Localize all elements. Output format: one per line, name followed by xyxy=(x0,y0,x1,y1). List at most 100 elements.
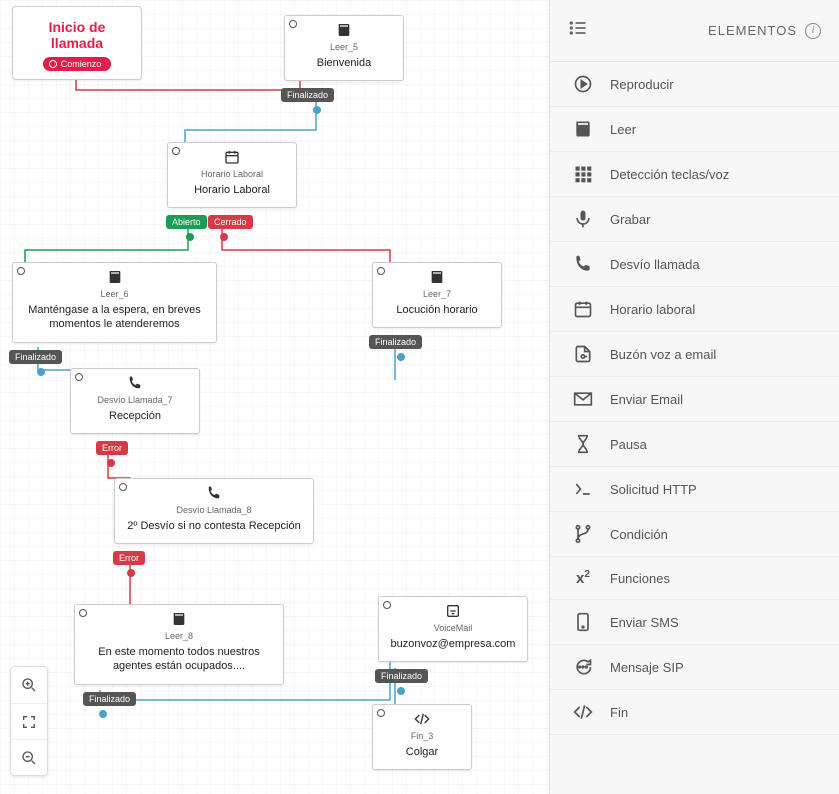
out-finalizado[interactable]: Finalizado xyxy=(375,669,428,683)
message-icon xyxy=(572,657,594,677)
microphone-icon xyxy=(572,209,594,229)
out-port[interactable] xyxy=(313,106,321,114)
out-error[interactable]: Error xyxy=(96,441,128,455)
out-abierto[interactable]: Abierto xyxy=(166,215,207,229)
sidebar-item-label: Condición xyxy=(610,527,668,542)
sidebar-item-fin[interactable]: Fin xyxy=(550,690,839,735)
function-icon: x2 xyxy=(572,569,594,587)
node-desv7[interactable]: Desvío Llamada_7 Recepción Error xyxy=(70,368,200,434)
sidebar-item-label: Horario laboral xyxy=(610,302,695,317)
node-horario[interactable]: Horario Laboral Horario Laboral Abierto … xyxy=(167,142,297,208)
out-port[interactable] xyxy=(37,368,45,376)
start-pill: Comienzo xyxy=(43,57,112,71)
start-pill-label: Comienzo xyxy=(61,59,102,69)
node-leer6[interactable]: Leer_6 Manténgase a la espera, en breves… xyxy=(12,262,217,343)
grid-icon xyxy=(572,164,594,184)
voicemail-file-icon xyxy=(572,344,594,364)
input-port[interactable] xyxy=(119,483,127,491)
sidebar-item-buzon[interactable]: Buzón voz a email xyxy=(550,332,839,377)
node-fin[interactable]: Fin_3 Colgar xyxy=(372,704,472,770)
sidebar-item-label: Fin xyxy=(610,705,628,720)
sidebar-item-deteccion[interactable]: Detección teclas/voz xyxy=(550,152,839,197)
node-type: Desvío Llamada_8 xyxy=(115,505,313,515)
input-port[interactable] xyxy=(172,147,180,155)
out-finalizado[interactable]: Finalizado xyxy=(369,335,422,349)
sidebar-item-desvio[interactable]: Desvío llamada xyxy=(550,242,839,287)
sidebar-item-label: Enviar SMS xyxy=(610,615,679,630)
out-port-open[interactable] xyxy=(186,233,194,241)
fullscreen-button[interactable] xyxy=(11,703,47,739)
sidebar-item-label: Funciones xyxy=(610,571,670,586)
sidebar-item-horario[interactable]: Horario laboral xyxy=(550,287,839,332)
flow-canvas[interactable]: Inicio de llamada Comienzo Leer_5 Bienve… xyxy=(0,0,549,794)
start-node[interactable]: Inicio de llamada Comienzo xyxy=(12,6,142,80)
zoom-out-icon xyxy=(21,750,37,766)
out-port[interactable] xyxy=(397,353,405,361)
zoom-controls xyxy=(10,666,48,776)
sidebar-item-sip[interactable]: Mensaje SIP xyxy=(550,645,839,690)
sidebar-item-label: Buzón voz a email xyxy=(610,347,716,362)
node-type: VoiceMail xyxy=(379,623,527,633)
out-error[interactable]: Error xyxy=(113,551,145,565)
terminal-icon xyxy=(572,479,594,499)
book-icon xyxy=(373,269,501,288)
zoom-in-icon xyxy=(21,677,37,693)
out-finalizado[interactable]: Finalizado xyxy=(9,350,62,364)
node-leer8[interactable]: Leer_8 En este momento todos nuestros ag… xyxy=(74,604,284,685)
input-port[interactable] xyxy=(79,609,87,617)
smartphone-icon xyxy=(572,612,594,632)
node-type: Leer_5 xyxy=(285,42,403,52)
sidebar-item-leer[interactable]: Leer xyxy=(550,107,839,152)
zoom-out-button[interactable] xyxy=(11,739,47,775)
sidebar-item-reproducir[interactable]: Reproducir xyxy=(550,62,839,107)
sidebar-item-label: Grabar xyxy=(610,212,650,227)
sidebar-item-email[interactable]: Enviar Email xyxy=(550,377,839,422)
out-cerrado[interactable]: Cerrado xyxy=(208,215,253,229)
node-type: Horario Laboral xyxy=(168,169,296,179)
input-port[interactable] xyxy=(383,601,391,609)
node-voicemail[interactable]: VoiceMail buzonvoz@empresa.com Finalizad… xyxy=(378,596,528,662)
sidebar-item-label: Mensaje SIP xyxy=(610,660,684,675)
sidebar-item-sms[interactable]: Enviar SMS xyxy=(550,600,839,645)
node-title: Recepción xyxy=(71,409,199,433)
out-port[interactable] xyxy=(397,687,405,695)
node-desv8[interactable]: Desvío Llamada_8 2º Desvío si no contest… xyxy=(114,478,314,544)
info-icon[interactable]: i xyxy=(805,23,821,39)
sidebar-item-label: Reproducir xyxy=(610,77,674,92)
input-port[interactable] xyxy=(289,20,297,28)
sidebar-item-http[interactable]: Solicitud HTTP xyxy=(550,467,839,512)
code-icon xyxy=(572,702,594,722)
envelope-icon xyxy=(572,389,594,409)
input-port[interactable] xyxy=(17,267,25,275)
out-finalizado[interactable]: Finalizado xyxy=(281,88,334,102)
fullscreen-icon xyxy=(21,714,37,730)
sidebar-item-pausa[interactable]: Pausa xyxy=(550,422,839,467)
book-icon xyxy=(75,611,283,630)
input-port[interactable] xyxy=(377,709,385,717)
input-port[interactable] xyxy=(75,373,83,381)
phone-icon xyxy=(115,485,313,504)
node-leer5[interactable]: Leer_5 Bienvenida Finalizado xyxy=(284,15,404,81)
out-port[interactable] xyxy=(107,459,115,467)
calendar-icon xyxy=(572,299,594,319)
zoom-in-button[interactable] xyxy=(11,667,47,703)
input-port[interactable] xyxy=(377,267,385,275)
node-leer7[interactable]: Leer_7 Locución horario Finalizado xyxy=(372,262,502,328)
out-port[interactable] xyxy=(127,569,135,577)
list-icon[interactable] xyxy=(568,18,588,43)
book-icon xyxy=(13,269,216,288)
sidebar-item-funciones[interactable]: x2 Funciones xyxy=(550,557,839,600)
sidebar-item-label: Enviar Email xyxy=(610,392,683,407)
phone-icon xyxy=(71,375,199,394)
branch-icon xyxy=(572,524,594,544)
out-port[interactable] xyxy=(99,710,107,718)
sidebar-item-grabar[interactable]: Grabar xyxy=(550,197,839,242)
out-port-closed[interactable] xyxy=(220,233,228,241)
out-finalizado[interactable]: Finalizado xyxy=(83,692,136,706)
voicemail-icon xyxy=(379,603,527,622)
node-type: Leer_7 xyxy=(373,289,501,299)
calendar-icon xyxy=(168,149,296,168)
sidebar-item-condicion[interactable]: Condición xyxy=(550,512,839,557)
start-title: Inicio de llamada xyxy=(27,15,127,57)
code-icon xyxy=(373,711,471,730)
